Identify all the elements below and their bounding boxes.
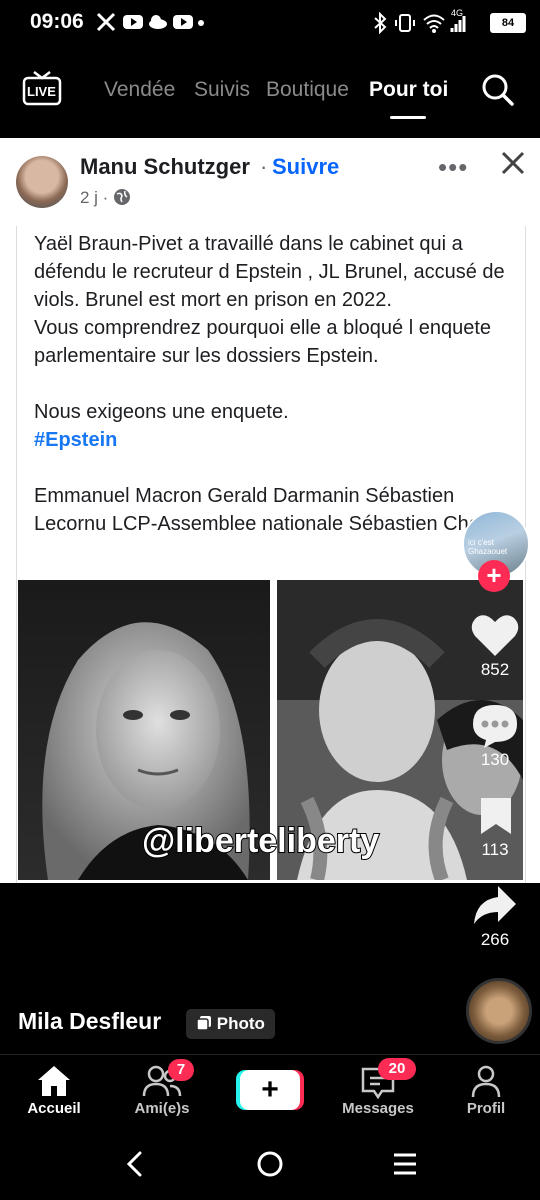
share-icon[interactable]	[472, 884, 518, 926]
notification-dot-icon	[198, 20, 204, 26]
bookmark-icon[interactable]	[478, 796, 514, 836]
search-icon[interactable]	[480, 72, 516, 108]
post-body: Yaël Braun-Pivet a travaillé dans le cab…	[34, 230, 514, 538]
profile-icon[interactable]	[470, 1064, 502, 1098]
home-circle-icon[interactable]	[256, 1150, 284, 1178]
top-nav: LIVE Vendée Suivis Boutique Pour toi	[0, 52, 540, 132]
post-mentions[interactable]: Emmanuel Macron Gerald Darmanin Sébastie…	[34, 485, 502, 535]
signal-icon	[450, 16, 466, 32]
follow-button[interactable]: Suivre	[272, 154, 339, 180]
tab-vendee[interactable]: Vendée	[104, 78, 175, 102]
close-icon[interactable]	[498, 148, 528, 178]
nav-messages[interactable]: Messages	[333, 1100, 423, 1117]
nav-amis[interactable]: Ami(e)s	[117, 1100, 207, 1117]
home-icon[interactable]	[36, 1064, 72, 1098]
photo-badge: Photo	[186, 1009, 275, 1039]
post-card: Manu Schutzger · Suivre 2 j · ••• Yaël B…	[0, 138, 540, 883]
tab-pour-toi[interactable]: Pour toi	[369, 78, 448, 102]
clock: 09:06	[30, 10, 84, 33]
globe-icon	[114, 189, 131, 205]
x-icon	[96, 12, 116, 32]
watermark-text: @liberteliberty	[141, 821, 380, 861]
post-text: Yaël Braun-Pivet a travaillé dans le cab…	[34, 233, 505, 423]
battery-icon: 84	[490, 13, 526, 33]
comment-icon[interactable]	[470, 702, 520, 750]
active-tab-indicator	[390, 116, 426, 119]
wifi-icon	[423, 14, 445, 33]
nav-profil[interactable]: Profil	[441, 1100, 531, 1117]
youtube-icon	[173, 15, 193, 29]
status-bar: 09:06 4G 84	[0, 0, 540, 46]
youtube-icon	[123, 15, 143, 29]
follow-plus-button[interactable]: +	[478, 560, 510, 592]
hashtag-link[interactable]: #Epstein	[34, 429, 117, 451]
photo-badge-label: Photo	[216, 1014, 265, 1033]
more-options-icon[interactable]: •••	[438, 152, 468, 183]
comment-count: 130	[480, 750, 510, 769]
share-count: 266	[480, 930, 510, 949]
back-icon[interactable]	[124, 1150, 146, 1178]
vibrate-icon	[395, 14, 415, 32]
bookmark-count: 113	[481, 840, 509, 859]
heart-icon[interactable]	[470, 612, 520, 658]
author-avatar[interactable]	[16, 156, 68, 208]
photo-stack-icon	[196, 1016, 211, 1031]
messages-badge: 20	[378, 1058, 416, 1080]
nav-accueil[interactable]: Accueil	[9, 1100, 99, 1117]
author-name[interactable]: Manu Schutzger	[80, 154, 250, 180]
like-count: 852	[480, 660, 510, 679]
live-button[interactable]: LIVE	[22, 70, 62, 106]
menu-icon[interactable]	[392, 1152, 418, 1176]
create-button[interactable]: +	[240, 1070, 300, 1110]
post-meta: 2 j ·	[80, 188, 131, 208]
live-label: LIVE	[27, 84, 56, 99]
cloud-icon	[149, 15, 167, 29]
bluetooth-icon	[374, 12, 387, 34]
system-nav	[0, 1134, 540, 1200]
separator: ·	[260, 154, 268, 179]
video-username[interactable]: Mila Desfleur	[18, 1008, 161, 1035]
tab-boutique[interactable]: Boutique	[266, 78, 349, 102]
music-disc[interactable]	[466, 978, 532, 1044]
post-time: 2 j ·	[80, 188, 109, 207]
tab-suivis[interactable]: Suivis	[194, 78, 250, 102]
creator-avatar-caption: ici c'est Ghazaouet	[468, 538, 508, 556]
friends-badge: 7	[168, 1059, 194, 1081]
